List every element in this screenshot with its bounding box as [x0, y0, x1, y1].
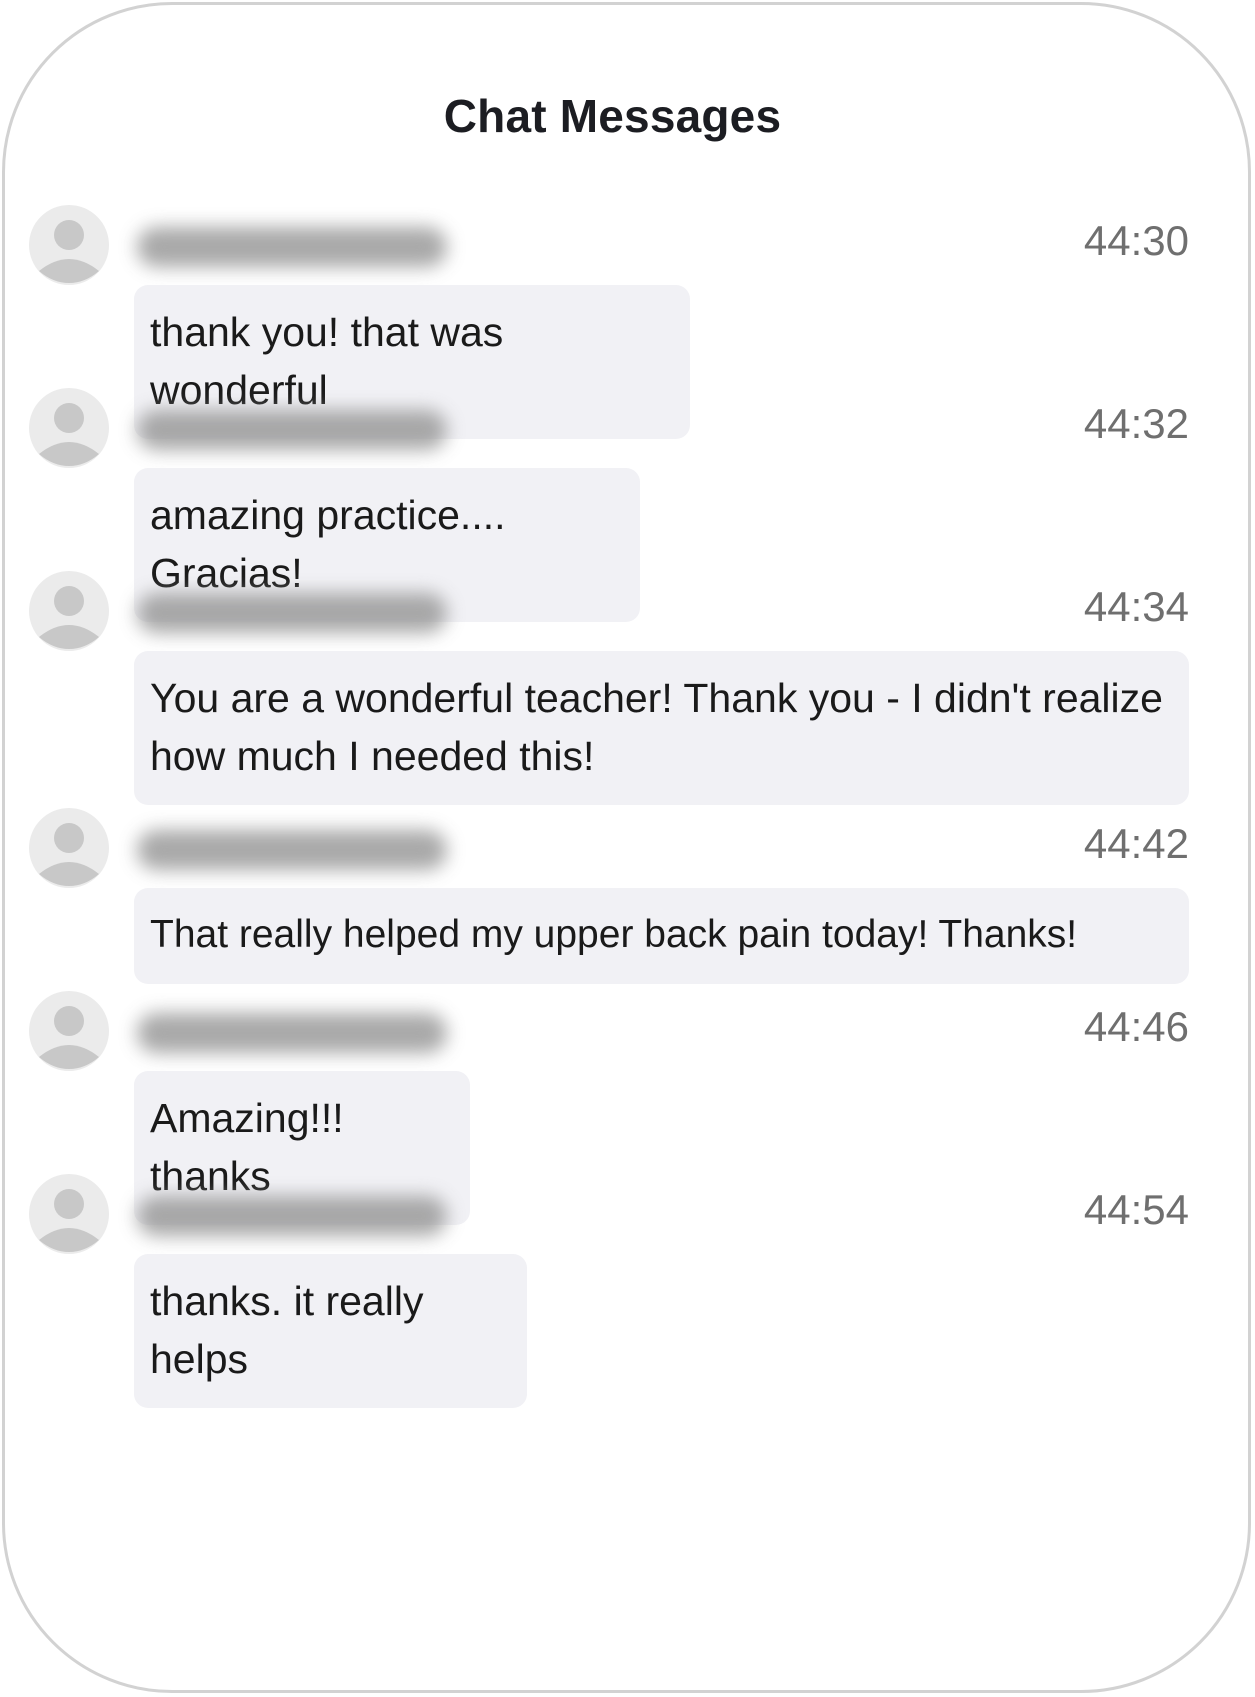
user-avatar-icon[interactable]: [29, 205, 109, 285]
sender-name-blurred: [137, 830, 447, 870]
sender-name-blurred: [137, 410, 447, 450]
sender-name-blurred: [137, 1196, 447, 1236]
chat-message: 44:30 thank you! that was wonderful: [29, 205, 1189, 439]
user-avatar-icon[interactable]: [29, 388, 109, 468]
sender-name-blurred: [137, 227, 447, 267]
chat-message: 44:46 Amazing!!! thanks: [29, 991, 1189, 1225]
message-timestamp: 44:34: [1083, 583, 1189, 630]
message-timestamp: 44:54: [1083, 1186, 1189, 1233]
chat-panel: Chat Messages 44:30 thank you! that was …: [2, 2, 1251, 1693]
message-bubble: thanks. it really helps: [134, 1254, 527, 1408]
message-timestamp: 44:32: [1083, 400, 1189, 447]
message-timestamp: 44:46: [1083, 1003, 1189, 1050]
chat-message: 44:32 amazing practice.... Gracias!: [29, 388, 1189, 622]
chat-message: 44:42 That really helped my upper back p…: [29, 808, 1189, 984]
user-avatar-icon[interactable]: [29, 991, 109, 1071]
message-timestamp: 44:30: [1083, 217, 1189, 264]
user-avatar-icon[interactable]: [29, 808, 109, 888]
message-bubble: That really helped my upper back pain to…: [134, 888, 1189, 984]
sender-name-blurred: [137, 593, 447, 633]
message-bubble: You are a wonderful teacher! Thank you -…: [134, 651, 1189, 805]
sender-name-blurred: [137, 1013, 447, 1053]
chat-message: 44:54 thanks. it really helps: [29, 1174, 1189, 1408]
user-avatar-icon[interactable]: [29, 571, 109, 651]
chat-panel-title: Chat Messages: [443, 90, 782, 142]
message-timestamp: 44:42: [1083, 820, 1189, 867]
chat-message: 44:34 You are a wonderful teacher! Thank…: [29, 571, 1189, 805]
user-avatar-icon[interactable]: [29, 1174, 109, 1254]
